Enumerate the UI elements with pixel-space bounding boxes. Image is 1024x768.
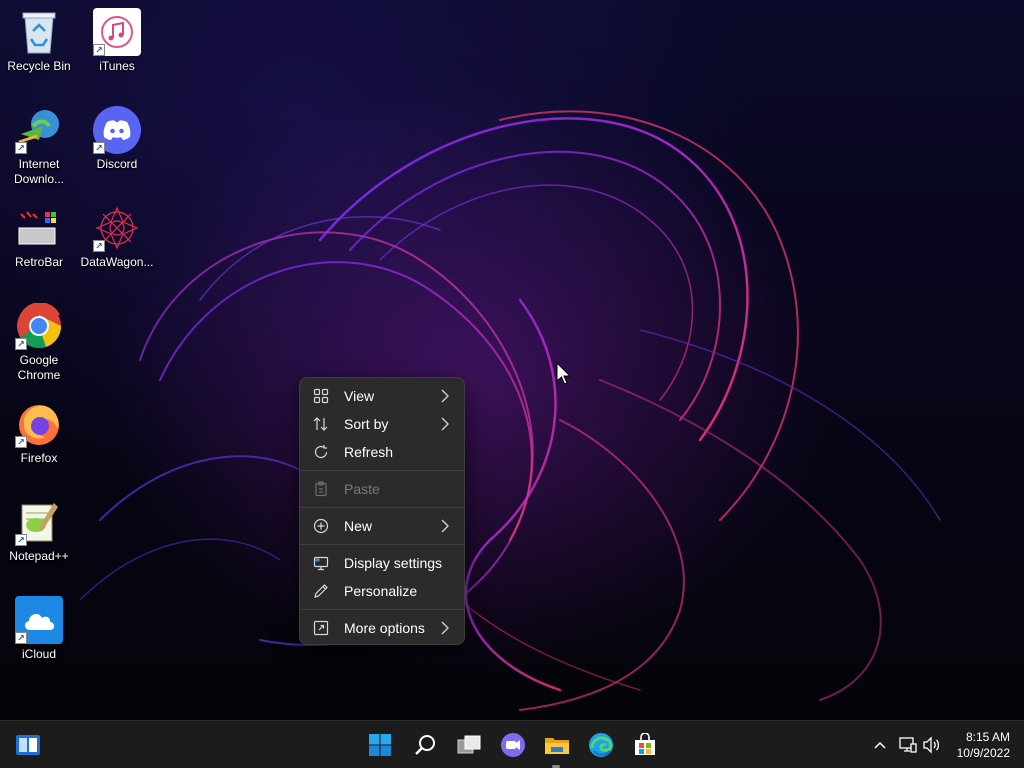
desktop-icon-recycle-bin[interactable]: Recycle Bin — [0, 8, 78, 74]
network-icon[interactable] — [898, 735, 918, 755]
menu-item-label: Display settings — [344, 555, 443, 571]
pen-icon — [314, 584, 328, 598]
menu-item-new[interactable]: New — [304, 512, 460, 540]
menu-item-sort-by[interactable]: Sort by — [304, 410, 460, 438]
desktop-icon-discord[interactable]: ↗ Discord — [78, 106, 156, 172]
desktop-icon-notepad-plus-plus[interactable]: ↗ Notepad++ — [0, 498, 78, 564]
search-icon[interactable] — [410, 730, 440, 760]
desktop-icon-internet-download-manager[interactable]: ↗ Internet Downlo... — [0, 106, 78, 187]
new-plus-icon — [313, 518, 329, 534]
windows-start-icon[interactable] — [365, 730, 395, 760]
desktop-context-menu: View Sort by Refresh Paste New Display s… — [299, 377, 465, 645]
shortcut-arrow-icon: ↗ — [93, 44, 105, 56]
taskbar-clock[interactable]: 8:15 AM 10/9/2022 — [946, 729, 1010, 761]
menu-item-label: View — [344, 388, 375, 404]
notepad-plus-plus-icon: ↗ — [15, 498, 63, 546]
desktop-icon-label: Internet Downlo... — [13, 157, 65, 186]
volume-icon[interactable] — [922, 735, 942, 755]
menu-item-refresh[interactable]: Refresh — [304, 438, 460, 466]
menu-item-label: More options — [344, 620, 425, 636]
desktop-icon-label: Notepad++ — [9, 549, 69, 563]
desktop-icon-label: Discord — [96, 157, 138, 171]
desktop-icon-firefox[interactable]: ↗ Firefox — [0, 400, 78, 466]
shortcut-arrow-icon: ↗ — [15, 534, 27, 546]
desktop-icon-label: Recycle Bin — [7, 59, 71, 73]
mouse-cursor-icon — [556, 362, 572, 385]
chrome-icon: ↗ — [15, 302, 63, 350]
retrobar-start-icon[interactable] — [13, 730, 43, 760]
taskbar: 8:15 AM 10/9/2022 — [0, 720, 1024, 768]
store-icon[interactable] — [630, 730, 660, 760]
firefox-icon: ↗ — [15, 400, 63, 448]
desktop-icon-label: iTunes — [99, 59, 135, 73]
menu-item-more-options[interactable]: More options — [304, 614, 460, 642]
shortcut-arrow-icon: ↗ — [93, 240, 105, 252]
grid-view-icon — [313, 388, 329, 404]
datawagon-icon: ↗ — [93, 204, 141, 252]
menu-separator — [300, 507, 464, 508]
desktop-icon-datawagon[interactable]: ↗ DataWagon... — [78, 204, 156, 270]
desktop-icon-retrobar[interactable]: RetroBar — [0, 204, 78, 270]
refresh-icon — [314, 445, 328, 459]
menu-separator — [300, 470, 464, 471]
menu-item-view[interactable]: View — [304, 382, 460, 410]
shortcut-arrow-icon: ↗ — [15, 142, 27, 154]
discord-icon: ↗ — [93, 106, 141, 154]
clock-date: 10/9/2022 — [956, 746, 1010, 760]
desktop-icon-label: RetroBar — [14, 255, 64, 269]
chevron-right-icon — [441, 621, 449, 635]
internet-download-manager-icon: ↗ — [15, 106, 63, 154]
retrobar-icon — [15, 204, 63, 252]
desktop-icon-label: iCloud — [21, 647, 57, 661]
menu-item-label: New — [344, 518, 373, 534]
menu-item-label: Refresh — [344, 444, 394, 460]
chevron-right-icon — [441, 389, 449, 403]
menu-separator — [300, 609, 464, 610]
chat-icon[interactable] — [498, 730, 528, 760]
menu-item-personalize[interactable]: Personalize — [304, 577, 460, 605]
menu-item-paste[interactable]: Paste — [304, 475, 460, 503]
menu-item-label: Sort by — [344, 416, 389, 432]
menu-item-label: Personalize — [344, 583, 418, 599]
shortcut-arrow-icon: ↗ — [15, 436, 27, 448]
icloud-icon: ↗ — [15, 596, 63, 644]
desktop-icon-icloud[interactable]: ↗ iCloud — [0, 596, 78, 662]
clock-time: 8:15 AM — [965, 730, 1010, 744]
file-explorer-icon[interactable] — [542, 730, 572, 760]
menu-separator — [300, 544, 464, 545]
chevron-right-icon — [441, 519, 449, 533]
more-options-icon — [313, 620, 329, 636]
menu-item-display-settings[interactable]: Display settings — [304, 549, 460, 577]
shortcut-arrow-icon: ↗ — [15, 632, 27, 644]
task-view-icon[interactable] — [454, 730, 484, 760]
shortcut-arrow-icon: ↗ — [93, 142, 105, 154]
desktop-icon-itunes[interactable]: ↗ iTunes — [78, 8, 156, 74]
desktop-icon-google-chrome[interactable]: ↗ Google Chrome — [0, 302, 78, 383]
shortcut-arrow-icon: ↗ — [15, 338, 27, 350]
recycle-bin-icon — [15, 8, 63, 56]
display-icon — [313, 556, 329, 571]
chevron-up-icon[interactable] — [870, 735, 890, 755]
itunes-icon: ↗ — [93, 8, 141, 56]
menu-item-label: Paste — [344, 481, 380, 497]
sort-icon — [313, 417, 328, 431]
desktop-icon-label: Google Chrome — [17, 353, 61, 382]
desktop-icon-label: Firefox — [20, 451, 58, 465]
desktop-icon-label: DataWagon... — [80, 255, 154, 269]
paste-icon — [315, 481, 327, 497]
chevron-right-icon — [441, 417, 449, 431]
edge-icon[interactable] — [586, 730, 616, 760]
